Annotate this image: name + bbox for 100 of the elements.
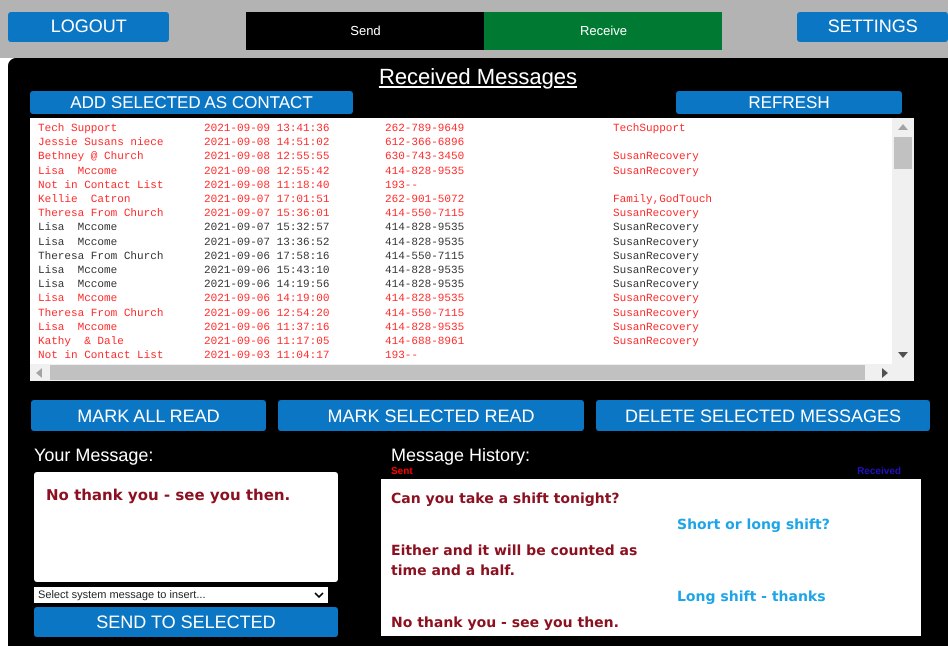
message-row[interactable]: Tech Support 2021-09-09 13:41:36 262-789-9649 TechSupport [38, 122, 892, 136]
received-time: 2021-09-07 13:36:52 [204, 236, 330, 250]
scroll-down-icon[interactable] [898, 352, 908, 358]
received-time: 2021-09-06 14:19:56 [204, 278, 330, 292]
message-row[interactable]: Lisa Mccome 2021-09-08 12:55:42 414-828-9535 SusanRecovery [38, 164, 892, 179]
received-time: 2021-09-08 14:51:02 [204, 136, 330, 150]
message-row[interactable]: Kathy & Dale 2021-09-06 11:17:05 414-688-8961 SusanRecovery [38, 335, 892, 350]
contact-groups: SusanRecovery [613, 320, 699, 336]
scroll-left-icon[interactable] [36, 368, 42, 378]
message-row[interactable]: Lisa Mccome 2021-09-06 11:37:16 414-828-9535 SusanRecovery [38, 320, 892, 336]
add-contact-button[interactable]: ADD SELECTED AS CONTACT [30, 91, 353, 114]
phone-number: 414-550-7115 [385, 250, 466, 264]
received-time: 2021-09-06 11:17:05 [204, 335, 330, 350]
chat-message: Can you take a shift tonight? [391, 490, 621, 509]
phone-number: 414-828-9535 [385, 320, 466, 336]
contact-groups: SusanRecovery [613, 221, 699, 236]
contact-name: Lisa Mccome [38, 264, 118, 278]
contact-groups: TechSupport [613, 122, 686, 136]
received-time: 2021-09-06 11:37:16 [204, 320, 330, 336]
contact-name: Tech Support [38, 122, 118, 136]
your-message-label: Your Message: [34, 444, 154, 466]
horizontal-scrollbar[interactable] [30, 364, 914, 381]
action-button[interactable]: MARK ALL READ [31, 400, 266, 431]
contact-groups: SusanRecovery [613, 278, 699, 292]
contact-groups: SusanRecovery [613, 150, 699, 165]
phone-number: 414-688-8961 [385, 335, 466, 350]
contact-name: Theresa From Church [38, 306, 164, 321]
contact-name: Theresa From Church [38, 250, 164, 264]
action-button[interactable]: MARK SELECTED READ [278, 400, 584, 431]
received-time: 2021-09-09 13:41:36 [204, 122, 330, 136]
chevron-down-icon [314, 592, 324, 598]
message-history-label: Message History: [391, 444, 532, 466]
message-row[interactable]: Lisa Mccome 2021-09-06 14:19:56 414-828-9535 SusanRecovery [38, 278, 892, 292]
tab[interactable]: Receive [484, 12, 722, 50]
phone-number: 262-901-5072 [385, 193, 466, 208]
message-row[interactable]: Kellie Catron 2021-09-07 17:01:51 262-901-5072 Family,GodTouch [38, 193, 892, 208]
logout-button[interactable]: LOGOUT [8, 12, 170, 42]
contact-name: Kathy & Dale [38, 335, 125, 350]
message-row[interactable]: Lisa Mccome 2021-09-07 13:36:52 414-828-9535 SusanRecovery [38, 236, 892, 250]
chat-message: Either and it will be counted as time and a half. [391, 542, 638, 581]
message-row[interactable]: Lisa Mccome 2021-09-06 15:43:10 414-828-9535 SusanRecovery [38, 264, 892, 278]
message-row[interactable]: Theresa From Church 2021-09-07 15:36:01 414-550-7115 SusanRecovery [38, 207, 892, 222]
contact-name: Lisa Mccome [38, 278, 118, 292]
scroll-up-icon[interactable] [898, 124, 908, 130]
phone-number: 193-- [385, 349, 420, 364]
message-row[interactable]: Bethney @ Church 2021-09-08 12:55:55 630-743-3450 SusanRecovery [38, 150, 892, 165]
phone-number: 414-550-7115 [385, 207, 466, 222]
chat-message: Long shift - thanks [677, 588, 826, 607]
message-row[interactable]: Not in Contact List 2021-09-08 11:18:40 193-- [38, 178, 892, 194]
contact-groups: SusanRecovery [613, 292, 699, 307]
message-row[interactable]: Lisa Mccome 2021-09-07 15:32:57 414-828-9535 SusanRecovery [38, 221, 892, 236]
phone-number: 262-789-9649 [385, 122, 466, 136]
contact-name: Jessie Susans niece [38, 136, 164, 150]
received-time: 2021-09-07 15:36:01 [204, 207, 330, 222]
contact-name: Theresa From Church [38, 207, 164, 222]
contact-groups: SusanRecovery [613, 264, 699, 278]
contact-groups: SusanRecovery [613, 335, 699, 350]
contact-name: Lisa Mccome [38, 221, 118, 236]
message-row[interactable]: Jessie Susans niece 2021-09-08 14:51:02 612-366-6896 [38, 136, 892, 150]
chat-message: Short or long shift? [677, 516, 830, 535]
contact-name: Lisa Mccome [38, 236, 118, 250]
phone-number: 414-828-9535 [385, 236, 466, 250]
message-row[interactable]: Not in Contact List 2021-09-03 11:04:17 193-- [38, 349, 892, 364]
received-time: 2021-09-06 17:58:16 [204, 250, 330, 264]
send-button[interactable]: SEND TO SELECTED [34, 607, 338, 637]
contact-groups: SusanRecovery [613, 236, 699, 250]
message-row[interactable]: Lisa Mccome 2021-09-06 14:19:00 414-828-9535 SusanRecovery [38, 292, 892, 307]
contact-name: Kellie Catron [38, 193, 132, 208]
chat-message: No thank you - see you then. [391, 614, 620, 633]
settings-button[interactable]: SETTINGS [797, 12, 948, 42]
contact-name: Not in Contact List [38, 349, 164, 364]
phone-number: 414-828-9535 [385, 221, 466, 236]
message-input[interactable]: No thank you - see you then. [34, 472, 338, 582]
received-time: 2021-09-08 12:55:42 [204, 164, 330, 179]
scroll-thumb[interactable] [894, 137, 912, 169]
action-button[interactable]: DELETE SELECTED MESSAGES [596, 400, 930, 431]
message-row[interactable]: Theresa From Church 2021-09-06 12:54:20 414-550-7115 SusanRecovery [38, 306, 892, 321]
phone-number: 630-743-3450 [385, 150, 466, 165]
contact-name: Not in Contact List [38, 178, 164, 194]
contact-groups: SusanRecovery [613, 250, 699, 264]
phone-number: 414-828-9535 [385, 264, 466, 278]
contact-name: Lisa Mccome [38, 320, 118, 336]
received-time: 2021-09-06 15:43:10 [204, 264, 330, 278]
tab[interactable]: Send [246, 12, 484, 50]
scroll-right-icon[interactable] [882, 368, 888, 378]
received-time: 2021-09-06 12:54:20 [204, 306, 330, 321]
system-message-select[interactable]: Select system message to insert... [34, 587, 328, 603]
vertical-scrollbar[interactable] [892, 118, 914, 364]
contact-name: Bethney @ Church [38, 150, 145, 165]
sent-legend: Sent [391, 466, 413, 477]
received-time: 2021-09-03 11:04:17 [204, 349, 330, 364]
refresh-button[interactable]: REFRESH [676, 91, 902, 114]
contact-name: Lisa Mccome [38, 164, 118, 179]
contact-groups: Family,GodTouch [613, 193, 712, 208]
phone-number: 612-366-6896 [385, 136, 466, 150]
scroll-thumb[interactable] [50, 365, 865, 380]
contact-groups: SusanRecovery [613, 207, 699, 222]
phone-number: 414-828-9535 [385, 292, 466, 307]
phone-number: 193-- [385, 178, 420, 194]
message-row[interactable]: Theresa From Church 2021-09-06 17:58:16 414-550-7115 SusanRecovery [38, 250, 892, 264]
